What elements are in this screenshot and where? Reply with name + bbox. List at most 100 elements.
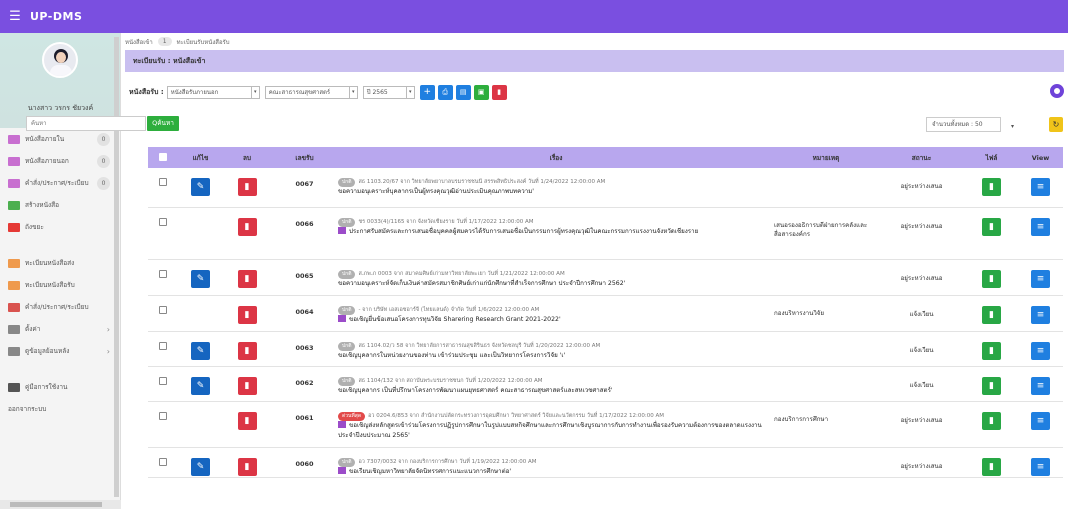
edit-button[interactable]: ✎ xyxy=(191,458,210,476)
avatar[interactable] xyxy=(42,42,78,78)
file-button[interactable]: ▮ xyxy=(982,178,1001,196)
sidebar-item[interactable]: ทะเบียนหนังสือส่ง xyxy=(0,252,120,274)
refresh-button[interactable]: ↻ xyxy=(1049,117,1063,132)
view-button[interactable]: ≡ xyxy=(1031,218,1050,236)
sidebar-item[interactable]: ทะเบียนหนังสือรับ xyxy=(0,274,120,296)
faculty-select[interactable]: คณะสาธารณสุขศาสตร์ ▾ xyxy=(264,85,358,99)
breadcrumb-count: 1 xyxy=(157,37,172,46)
sidebar-item-icon xyxy=(8,156,20,166)
row-checkbox[interactable] xyxy=(159,342,167,350)
sidebar-item-label: คำสั่ง/ประกาศ/ระเบียบ xyxy=(25,179,89,187)
file-button[interactable]: ▮ xyxy=(982,306,1001,324)
sidebar-item[interactable]: ถังขยะ xyxy=(0,216,120,238)
sidebar-item[interactable]: คำสั่ง/ประกาศ/ระเบียบ 0 xyxy=(0,172,120,194)
sidebar-scrollbar[interactable] xyxy=(114,37,119,497)
delete-button[interactable]: ▮ xyxy=(237,342,257,360)
view-button[interactable]: ≡ xyxy=(1031,306,1050,324)
row-checkbox[interactable] xyxy=(159,178,167,186)
sidebar-item[interactable]: คู่มือการใช้งาน xyxy=(0,376,120,398)
table-row: ▮ 0061 ด่วนที่สุด อว 0204.6/853 จาก สำนักงา… xyxy=(148,402,1063,448)
sidebar-item[interactable]: ดูข้อมูลย้อนหลัง › xyxy=(0,340,120,362)
row-checkbox[interactable] xyxy=(159,218,167,226)
document-subject[interactable]: ขอเชิญบุคลากร เป็นที่ปรึกษาโครงการพัฒนาแ… xyxy=(338,386,774,396)
sidebar-item-label: หนังสือภายใน xyxy=(25,135,65,143)
row-checkbox[interactable] xyxy=(159,377,167,385)
sidebar-item-label: สร้างหนังสือ xyxy=(25,201,60,209)
file-button[interactable]: ▮ xyxy=(982,377,1001,395)
sidebar-item-label: หนังสือภายนอก xyxy=(25,157,69,165)
view-button[interactable]: ≡ xyxy=(1031,178,1050,196)
document-meta: ปกติ ชร 0033(4)/1165 จาก จังหวัดเชียงราย … xyxy=(338,218,774,227)
view-button[interactable]: ≡ xyxy=(1031,412,1050,430)
delete-button[interactable]: ▮ xyxy=(237,178,257,196)
sidebar-item[interactable]: สร้างหนังสือ xyxy=(0,194,120,216)
excel-button[interactable]: ▣ xyxy=(473,84,489,100)
header-subject: เรื่อง xyxy=(549,153,563,162)
document-subject[interactable]: ขอเชิญบุคลากรในหน่วยงานของท่าน เข้าร่วมป… xyxy=(338,351,774,361)
file-button[interactable]: ▮ xyxy=(982,342,1001,360)
filter-label: หนังสือรับ : xyxy=(129,87,164,96)
file-button[interactable]: ▮ xyxy=(982,270,1001,288)
chevron-down-icon: ▾ xyxy=(348,86,357,98)
search-input[interactable] xyxy=(26,116,146,131)
horizontal-scrollbar[interactable] xyxy=(0,500,121,509)
row-checkbox[interactable] xyxy=(159,270,167,278)
year-select[interactable]: ปี 2565 ▾ xyxy=(362,85,415,99)
select-all-checkbox[interactable] xyxy=(159,152,167,161)
document-meta: ด่วนที่สุด อว 0204.6/853 จาก สำนักงานปลัด… xyxy=(338,412,774,421)
delete-button[interactable]: ▮ xyxy=(237,218,257,236)
total-count-select[interactable]: จำนวนทั้งหมด : 50 ▾ xyxy=(926,117,1014,132)
delete-button[interactable]: ▮ xyxy=(237,412,257,430)
sidebar-item-label: คำสั่ง/ประกาศ/ระเบียบ xyxy=(25,303,89,311)
priority-badge: ปกติ xyxy=(338,218,356,227)
header-status: สถานะ xyxy=(911,153,932,162)
add-button[interactable]: + xyxy=(419,84,435,100)
delete-button[interactable]: ▮ xyxy=(237,270,257,288)
document-icon xyxy=(338,315,346,322)
delete-button[interactable]: ▮ xyxy=(237,458,257,476)
view-button[interactable]: ≡ xyxy=(1031,377,1050,395)
receive-number: 0066 xyxy=(295,220,314,228)
document-subject[interactable]: ขอเชิญส่งหลักสูตรเข้าร่วมโครงการปฏิรูปกา… xyxy=(338,421,774,441)
delete-button[interactable]: ▮ xyxy=(237,306,257,324)
delete-button[interactable]: ▮ xyxy=(237,377,257,395)
edit-button[interactable]: ✎ xyxy=(191,178,210,196)
document-subject[interactable]: ขอความอนุเคราะห์บุคลากรเป็นผู้ทรงคุณวุฒิ… xyxy=(338,187,774,197)
view-button[interactable]: ≡ xyxy=(1031,342,1050,360)
table-row: ✎ ▮ 0062 ปกติ สธ 1104/132 จาก สถาบันพระบรมรา… xyxy=(148,367,1063,402)
edit-button[interactable]: ✎ xyxy=(191,342,210,360)
file-button[interactable]: ▮ xyxy=(982,412,1001,430)
document-subject[interactable]: ขอความอนุเคราะห์จัดเก็บเงินค่าสมัครสมาชิ… xyxy=(338,279,774,289)
edit-button[interactable]: ✎ xyxy=(191,270,210,288)
hamburger-menu-icon[interactable]: ☰ xyxy=(0,9,30,24)
type-select[interactable]: หนังสือรับภายนอก ▾ xyxy=(166,85,260,99)
view-button[interactable]: ≡ xyxy=(1031,458,1050,476)
note: เสนอรองอธิการบดีฝ่ายการคลังและสื่อสารองค… xyxy=(774,222,868,238)
row-checkbox[interactable] xyxy=(159,306,167,314)
settings-gear-icon[interactable] xyxy=(1050,84,1064,98)
file-button[interactable]: ▮ xyxy=(982,458,1001,476)
row-checkbox[interactable] xyxy=(159,412,167,420)
row-checkbox[interactable] xyxy=(159,458,167,466)
sidebar-item-icon xyxy=(8,382,20,392)
edit-button[interactable]: ✎ xyxy=(191,377,210,395)
sidebar-item[interactable]: คำสั่ง/ประกาศ/ระเบียบ xyxy=(0,296,120,318)
search-button[interactable]: Qค้นหา xyxy=(147,116,179,131)
sidebar-item-icon xyxy=(8,324,20,334)
app-title: UP-DMS xyxy=(30,10,83,23)
calendar-button[interactable]: ▤ xyxy=(455,84,471,100)
print-button[interactable]: ⎙ xyxy=(437,84,453,100)
breadcrumb-home[interactable]: หนังสือเข้า xyxy=(125,37,153,47)
view-button[interactable]: ≡ xyxy=(1031,270,1050,288)
profile-panel: นางสาว วรกร ชัยวงค์ xyxy=(0,33,120,128)
delete-selected-button[interactable]: ▮ xyxy=(491,84,507,100)
sidebar-item[interactable]: หนังสือภายใน 0 xyxy=(0,128,120,150)
sidebar-item[interactable]: ตั้งค่า › xyxy=(0,318,120,340)
sidebar-item[interactable]: ออกจากระบบ xyxy=(0,398,120,420)
sidebar-item[interactable]: หนังสือภายนอก 0 xyxy=(0,150,120,172)
file-button[interactable]: ▮ xyxy=(982,218,1001,236)
document-subject[interactable]: ขอเชิญยื่นข้อเสนอโครงการทุนวิจัย Shareri… xyxy=(338,315,774,325)
receive-number: 0065 xyxy=(295,272,314,280)
document-subject[interactable]: ประกาศรับสมัครและการเสนอชื่อบุคคลผู้สมคว… xyxy=(338,227,774,237)
document-subject[interactable]: ขอเรียนเชิญมหาวิทยาลัยจัดนิทรรศการแนะแนว… xyxy=(338,467,774,477)
